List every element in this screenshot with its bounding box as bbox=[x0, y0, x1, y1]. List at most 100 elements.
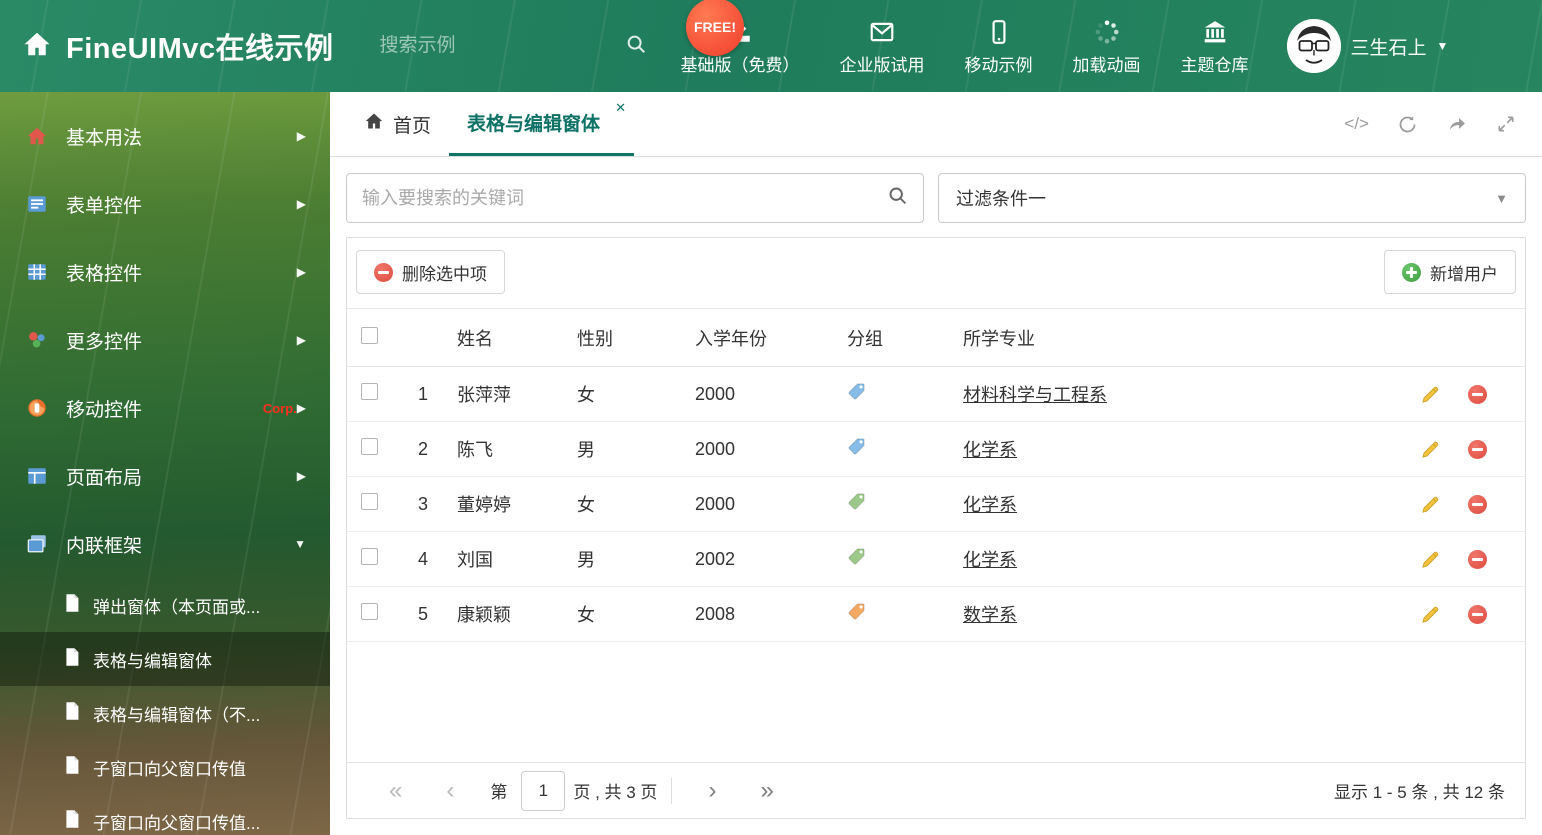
cell-gender: 男 bbox=[565, 421, 683, 477]
sidebar-item-label: 页面布局 bbox=[66, 467, 143, 489]
delete-row-icon[interactable] bbox=[1468, 549, 1487, 569]
sidebar-subitem-child-to-parent-2[interactable]: 子窗口向父窗口传值... bbox=[0, 794, 330, 835]
nav-label: 基础版（免费） bbox=[680, 55, 800, 75]
sidebar-item-label: 内联框架 bbox=[66, 535, 143, 557]
filter-select[interactable]: 过滤条件一 ▼ bbox=[938, 173, 1526, 223]
edit-icon[interactable] bbox=[1421, 440, 1440, 459]
sidebar-item-more-controls[interactable]: 更多控件 ▶ bbox=[0, 306, 330, 374]
table-icon bbox=[26, 261, 50, 283]
sidebar-subitem-grid-edit-window-2[interactable]: 表格与编辑窗体（不... bbox=[0, 686, 330, 740]
chevron-right-icon: ▶ bbox=[296, 129, 306, 143]
page-suffix: 页 , 共 3 页 bbox=[573, 783, 658, 802]
first-page-icon[interactable]: « bbox=[367, 778, 424, 803]
select-all-checkbox[interactable] bbox=[361, 326, 378, 344]
tab-home[interactable]: 首页 bbox=[346, 92, 449, 156]
sidebar-item-form-controls[interactable]: 表单控件 ▶ bbox=[0, 170, 330, 238]
source-code-icon[interactable]: </> bbox=[1344, 114, 1369, 134]
tag-icon bbox=[847, 382, 866, 401]
file-icon bbox=[64, 809, 80, 834]
sidebar-subitem-popup-window[interactable]: 弹出窗体（本页面或... bbox=[0, 578, 330, 632]
cell-gender: 女 bbox=[565, 366, 683, 422]
row-checkbox[interactable] bbox=[361, 548, 378, 565]
nav-mobile-demo[interactable]: 移动示例 bbox=[965, 17, 1033, 76]
edit-icon[interactable] bbox=[1421, 550, 1440, 569]
search-icon[interactable] bbox=[887, 185, 908, 211]
next-page-icon[interactable]: › bbox=[686, 778, 738, 803]
share-icon[interactable] bbox=[1446, 114, 1468, 134]
major-link[interactable]: 化学系 bbox=[963, 440, 1017, 460]
sidebar-item-inline-frame[interactable]: 内联框架 ▼ bbox=[0, 510, 330, 578]
cell-name: 康颖颖 bbox=[445, 586, 565, 642]
row-checkbox[interactable] bbox=[361, 603, 378, 620]
user-menu[interactable]: 三生石上 ▼ bbox=[1286, 19, 1448, 73]
nav-theme-store[interactable]: 主题仓库 bbox=[1181, 17, 1249, 76]
sidebar-item-grid-controls[interactable]: 表格控件 ▶ bbox=[0, 238, 330, 306]
sidebar-subitem-label: 表格与编辑窗体 bbox=[93, 651, 212, 671]
sidebar-item-label: 更多控件 bbox=[66, 331, 143, 353]
chevron-right-icon: ▶ bbox=[296, 401, 306, 415]
sidebar-subitem-child-to-parent[interactable]: 子窗口向父窗口传值 bbox=[0, 740, 330, 794]
sidebar-item-mobile-controls[interactable]: 移动控件 Corp. ▶ bbox=[0, 374, 330, 442]
cell-gender: 女 bbox=[565, 476, 683, 532]
panel-spacer bbox=[347, 642, 1525, 762]
delete-row-icon[interactable] bbox=[1468, 604, 1487, 624]
brand[interactable]: FineUIMvc在线示例 bbox=[22, 25, 334, 67]
close-tab-icon[interactable]: ✕ bbox=[615, 100, 626, 116]
cell-gender: 男 bbox=[565, 531, 683, 587]
major-link[interactable]: 化学系 bbox=[963, 495, 1017, 515]
row-index: 2 bbox=[401, 421, 445, 477]
top-search-input[interactable] bbox=[379, 35, 625, 57]
more-icon bbox=[26, 329, 50, 351]
row-checkbox[interactable] bbox=[361, 438, 378, 455]
prev-page-icon[interactable]: ‹ bbox=[424, 778, 476, 803]
mobile-icon bbox=[986, 17, 1012, 45]
nav-label: 加载动画 bbox=[1072, 55, 1141, 75]
nav-loading-animation[interactable]: 加载动画 bbox=[1073, 17, 1141, 76]
table-row: 3 董婷婷 女 2000 化学系 bbox=[347, 476, 1525, 532]
edit-icon[interactable] bbox=[1421, 605, 1440, 624]
form-icon bbox=[26, 193, 50, 215]
sidebar-item-page-layout[interactable]: 页面布局 ▶ bbox=[0, 442, 330, 510]
content: 过滤条件一 ▼ 删除选中项 新增用户 bbox=[330, 157, 1542, 835]
sidebar-subitem-label: 子窗口向父窗口传值... bbox=[93, 813, 261, 833]
delete-row-icon[interactable] bbox=[1468, 439, 1487, 459]
nav-enterprise-trial[interactable]: 企业版试用 bbox=[840, 17, 925, 76]
bank-icon bbox=[1201, 17, 1229, 45]
cell-gender: 女 bbox=[565, 586, 683, 642]
sidebar-subitem-label: 子窗口向父窗口传值 bbox=[93, 759, 246, 779]
sidebar-subitem-grid-edit-window[interactable]: 表格与编辑窗体 bbox=[0, 632, 330, 686]
page-number-input[interactable] bbox=[521, 770, 566, 811]
major-link[interactable]: 化学系 bbox=[963, 550, 1017, 570]
cell-year: 2000 bbox=[683, 421, 835, 477]
column-header-index bbox=[401, 308, 445, 367]
sidebar-item-basic-usage[interactable]: 基本用法 ▶ bbox=[0, 102, 330, 170]
tab-label: 首页 bbox=[393, 115, 432, 137]
button-label: 删除选中项 bbox=[402, 264, 487, 284]
row-checkbox[interactable] bbox=[361, 493, 378, 510]
search-icon[interactable] bbox=[625, 33, 647, 60]
grid-panel: 删除选中项 新增用户 姓名 性别 入学年份 分组 所学专业 1 张萍萍 女 20… bbox=[346, 237, 1526, 819]
corp-badge: Corp. bbox=[262, 400, 297, 416]
last-page-icon[interactable]: » bbox=[738, 778, 795, 803]
row-index: 5 bbox=[401, 586, 445, 642]
delete-selected-button[interactable]: 删除选中项 bbox=[356, 250, 505, 294]
add-user-button[interactable]: 新增用户 bbox=[1384, 250, 1516, 294]
edit-icon[interactable] bbox=[1421, 495, 1440, 514]
major-link[interactable]: 材料科学与工程系 bbox=[963, 385, 1107, 405]
tab-grid-edit-window[interactable]: 表格与编辑窗体 ✕ bbox=[449, 92, 635, 156]
delete-row-icon[interactable] bbox=[1468, 384, 1487, 404]
keyword-search-input[interactable] bbox=[362, 187, 887, 209]
major-link[interactable]: 数学系 bbox=[963, 605, 1017, 625]
refresh-icon[interactable] bbox=[1397, 114, 1418, 135]
delete-row-icon[interactable] bbox=[1468, 494, 1487, 514]
user-name: 三生石上 bbox=[1350, 37, 1427, 59]
edit-icon[interactable] bbox=[1421, 385, 1440, 404]
row-checkbox[interactable] bbox=[361, 383, 378, 400]
pager-divider bbox=[671, 777, 673, 804]
file-icon bbox=[64, 647, 80, 672]
chevron-down-icon: ▼ bbox=[294, 537, 306, 551]
fullscreen-icon[interactable] bbox=[1496, 114, 1516, 134]
button-label: 新增用户 bbox=[1430, 264, 1498, 284]
home-icon bbox=[22, 29, 52, 64]
cell-year: 2000 bbox=[683, 366, 835, 422]
